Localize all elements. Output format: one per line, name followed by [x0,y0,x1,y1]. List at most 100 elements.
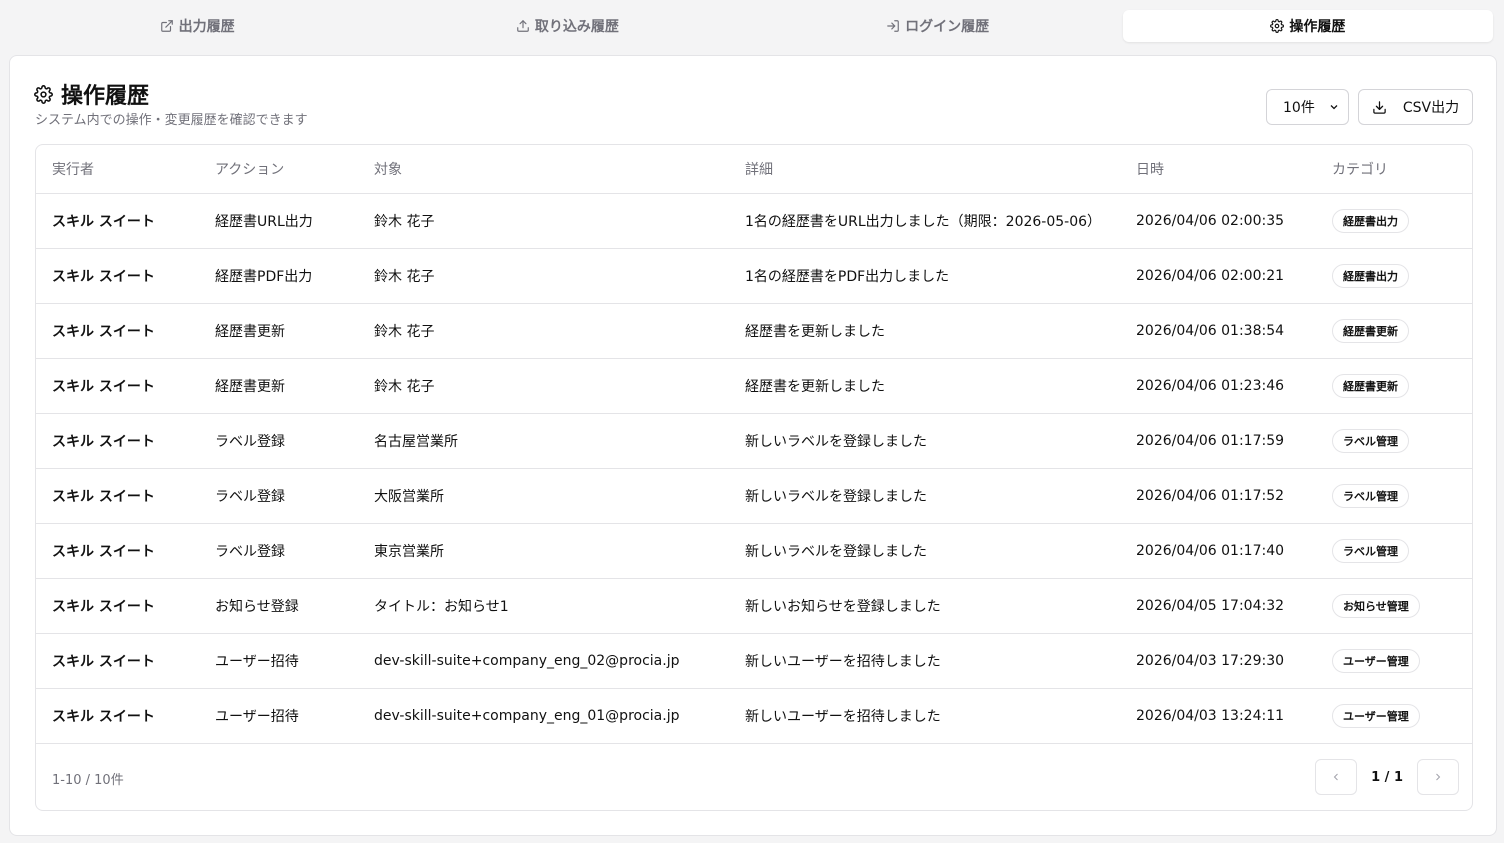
cell-datetime: 2026/04/06 01:38:54 [1120,303,1316,359]
cell-action: 経歴書URL出力 [199,193,358,249]
cell-datetime: 2026/04/06 01:17:52 [1120,468,1316,524]
gear-icon [34,84,53,104]
cell-action: ラベル登録 [199,413,358,469]
cell-category: ユーザー管理 [1316,688,1472,744]
page-indicator: 1 / 1 [1371,769,1403,785]
cell-datetime: 2026/04/05 17:04:32 [1120,578,1316,634]
column-header-actor: 実行者 [36,145,199,194]
cell-target: タイトル：お知らせ1 [358,578,729,634]
gear-icon [1270,19,1285,33]
csv-export-label: CSV出力 [1402,100,1460,116]
cell-detail: 新しいラベルを登録しました [729,468,1120,524]
table-row: スキル スイート 経歴書URL出力 鈴木 花子 1名の経歴書をURL出力しました… [36,193,1472,249]
cell-target: 鈴木 花子 [358,358,729,414]
cell-action: ユーザー招待 [199,688,358,744]
tab-login-history[interactable]: ログイン履歴 [753,10,1123,42]
cell-action: 経歴書更新 [199,358,358,414]
cell-detail: 新しいユーザーを招待しました [729,633,1120,689]
cell-detail: 経歴書を更新しました [729,358,1120,414]
cell-actor: スキル スイート [36,303,199,359]
prev-page-button[interactable] [1315,759,1358,795]
cell-category: 経歴書出力 [1316,248,1472,304]
cell-action: お知らせ登録 [199,578,358,634]
page-subtitle: システム内での操作・変更履歴を確認できます [35,113,308,128]
cell-category: ラベル管理 [1316,468,1472,524]
category-badge: ラベル管理 [1332,538,1409,563]
title-row: 操作履歴 [34,78,149,110]
category-badge: ラベル管理 [1332,483,1409,508]
history-table-container: 実行者 アクション 対象 詳細 日時 カテゴリ スキル スイート 経歴書URL出… [35,144,1473,811]
cell-datetime: 2026/04/06 02:00:21 [1120,248,1316,304]
table-header-row: 実行者 アクション 対象 詳細 日時 カテゴリ [36,145,1472,194]
category-badge: ユーザー管理 [1332,703,1420,728]
cell-datetime: 2026/04/03 17:29:30 [1120,633,1316,689]
cell-target: 鈴木 花子 [358,193,729,249]
pagination-count: 1-10 / 10件 [52,773,124,788]
download-icon [1373,100,1386,114]
tab-label: 出力履歴 [178,19,235,35]
cell-detail: 新しいお知らせを登録しました [729,578,1120,634]
cell-target: 東京営業所 [358,523,729,579]
history-table: 実行者 アクション 対象 詳細 日時 カテゴリ スキル スイート 経歴書URL出… [36,145,1472,744]
pagination: 1 / 1 [1315,759,1459,795]
table-row: スキル スイート ラベル登録 東京営業所 新しいラベルを登録しました 2026/… [36,523,1472,579]
table-row: スキル スイート 経歴書更新 鈴木 花子 経歴書を更新しました 2026/04/… [36,303,1472,359]
cell-action: 経歴書更新 [199,303,358,359]
cell-detail: 1名の経歴書をURL出力しました（期限：2026-05-06） [729,193,1120,249]
operation-history-card: 操作履歴 システム内での操作・変更履歴を確認できます 10件 CSV出力 実行者… [9,55,1497,836]
external-link-icon [160,20,173,32]
tab-import-history[interactable]: 取り込み履歴 [382,10,752,42]
table-row: スキル スイート 経歴書PDF出力 鈴木 花子 1名の経歴書をPDF出力しました… [36,248,1472,304]
cell-category: お知らせ管理 [1316,578,1472,634]
page-title: 操作履歴 [61,84,150,109]
cell-actor: スキル スイート [36,523,199,579]
table-row: スキル スイート お知らせ登録 タイトル：お知らせ1 新しいお知らせを登録しまし… [36,578,1472,634]
category-badge: 経歴書更新 [1332,318,1409,343]
cell-detail: 1名の経歴書をPDF出力しました [729,248,1120,304]
tab-label: ログイン履歴 [905,19,990,35]
cell-actor: スキル スイート [36,248,199,304]
tab-export-history[interactable]: 出力履歴 [12,10,382,42]
cell-category: 経歴書更新 [1316,303,1472,359]
table-row: スキル スイート ユーザー招待 dev-skill-suite+company_… [36,633,1472,689]
chevron-left-icon [1333,773,1338,781]
csv-export-button[interactable]: CSV出力 [1358,89,1473,125]
cell-detail: 新しいユーザーを招待しました [729,688,1120,744]
next-page-button[interactable] [1417,759,1459,795]
column-header-target: 対象 [358,145,729,194]
page-size-value: 10件 [1283,100,1315,116]
cell-datetime: 2026/04/03 13:24:11 [1120,688,1316,744]
cell-category: 経歴書出力 [1316,193,1472,249]
cell-datetime: 2026/04/06 01:23:46 [1120,358,1316,414]
cell-datetime: 2026/04/06 01:17:40 [1120,523,1316,579]
tab-operation-history[interactable]: 操作履歴 [1122,10,1493,42]
category-badge: ラベル管理 [1332,428,1409,453]
upload-icon [517,20,529,32]
cell-action: ラベル登録 [199,468,358,524]
cell-category: ラベル管理 [1316,523,1472,579]
table-row: スキル スイート ユーザー招待 dev-skill-suite+company_… [36,688,1472,744]
cell-action: ラベル登録 [199,523,358,579]
history-tabs: 出力履歴 取り込み履歴 ログイン履歴 操作履歴 [9,7,1496,45]
table-row: スキル スイート ラベル登録 名古屋営業所 新しいラベルを登録しました 2026… [36,413,1472,469]
cell-target: dev-skill-suite+company_eng_02@procia.jp [358,633,729,689]
page-size-select[interactable]: 10件 [1266,89,1349,125]
column-header-category: カテゴリ [1316,145,1472,194]
cell-action: ユーザー招待 [199,633,358,689]
cell-action: 経歴書PDF出力 [199,248,358,304]
cell-target: 鈴木 花子 [358,248,729,304]
chevron-down-icon [1330,105,1338,110]
cell-target: dev-skill-suite+company_eng_01@procia.jp [358,688,729,744]
cell-detail: 経歴書を更新しました [729,303,1120,359]
cell-detail: 新しいラベルを登録しました [729,413,1120,469]
category-badge: 経歴書出力 [1332,208,1409,233]
cell-datetime: 2026/04/06 01:17:59 [1120,413,1316,469]
cell-detail: 新しいラベルを登録しました [729,523,1120,579]
cell-category: ラベル管理 [1316,413,1472,469]
cell-actor: スキル スイート [36,633,199,689]
category-badge: ユーザー管理 [1332,648,1420,673]
column-header-datetime: 日時 [1120,145,1316,194]
cell-actor: スキル スイート [36,468,199,524]
chevron-right-icon [1436,773,1441,781]
cell-target: 名古屋営業所 [358,413,729,469]
